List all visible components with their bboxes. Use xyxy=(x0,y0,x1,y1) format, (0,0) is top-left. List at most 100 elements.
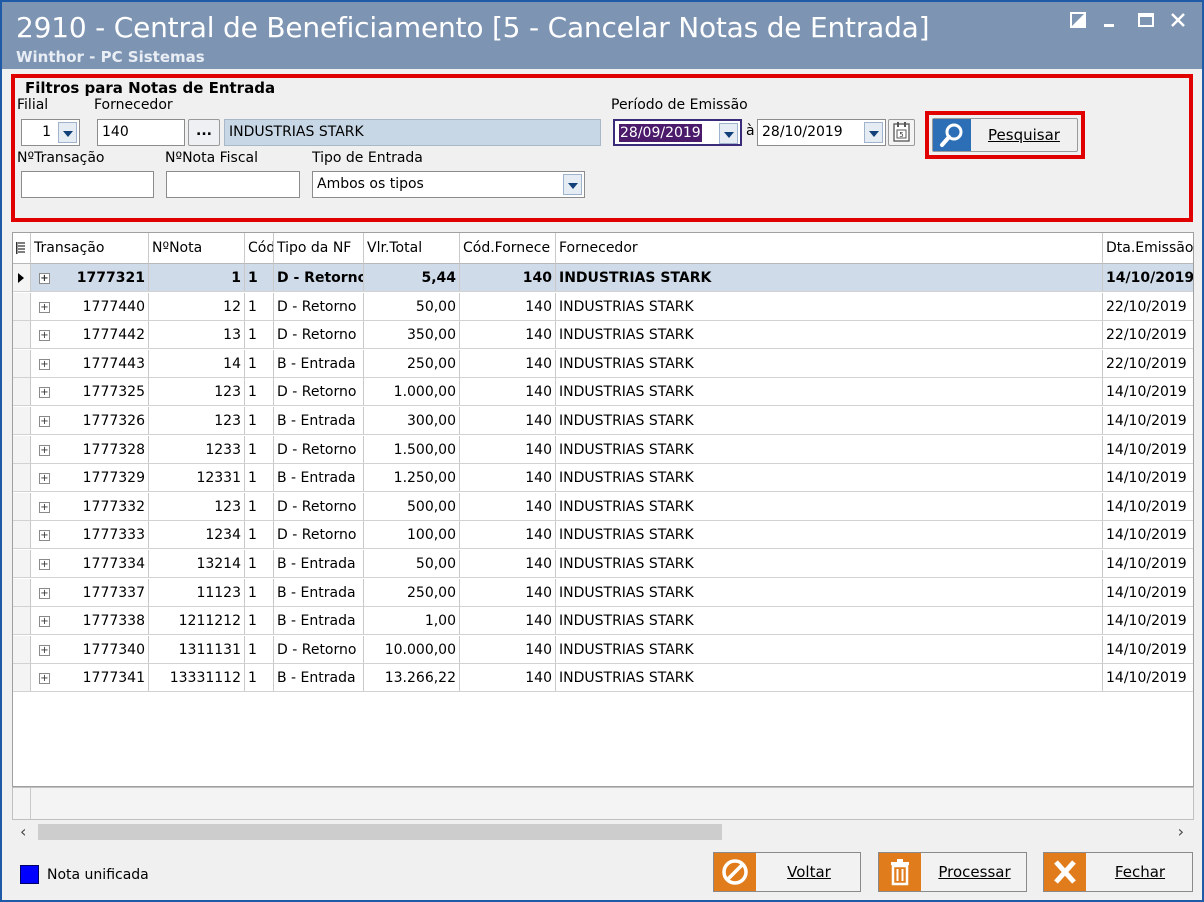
maximize-icon[interactable] xyxy=(1133,10,1159,36)
expand-icon[interactable]: + xyxy=(39,387,50,399)
table-row[interactable]: +1777329 12331 1 B - Entrada 1.250,00 140 INDU… xyxy=(13,464,1193,493)
cell-text: 12331 xyxy=(196,470,241,487)
column-header-cod[interactable]: Cód xyxy=(245,233,274,264)
cell-emissao: 14/10/2019 xyxy=(1103,664,1193,693)
table-row[interactable]: +1777341 13331112 1 B - Entrada 13.266,22 140… xyxy=(13,664,1193,693)
chevron-down-icon[interactable] xyxy=(719,123,738,144)
cell-cod: 1 xyxy=(245,435,274,464)
cell-text: 1 xyxy=(248,641,257,658)
date-from-field[interactable]: 28/09/2019 xyxy=(613,119,742,146)
row-indicator[interactable] xyxy=(13,550,31,578)
expand-icon[interactable]: + xyxy=(39,501,50,513)
column-header-nota[interactable]: NºNota xyxy=(149,233,245,264)
expand-icon[interactable]: + xyxy=(39,358,50,370)
filial-select[interactable]: 1 xyxy=(21,119,80,146)
fornecedor-code-field[interactable]: 140 xyxy=(97,119,185,146)
row-indicator[interactable] xyxy=(13,378,31,407)
row-indicator[interactable] xyxy=(13,435,31,464)
horizontal-scrollbar[interactable]: ‹ › xyxy=(12,820,1194,844)
expand-icon[interactable]: + xyxy=(39,473,50,485)
calendar-icon[interactable]: 5 xyxy=(888,119,915,146)
row-indicator[interactable] xyxy=(13,292,31,321)
column-header-valor[interactable]: Vlr.Total xyxy=(364,233,460,264)
expand-icon[interactable]: + xyxy=(39,616,50,628)
expand-icon[interactable]: + xyxy=(39,530,50,542)
nota-field[interactable] xyxy=(166,171,300,198)
row-indicator[interactable] xyxy=(13,492,31,521)
scroll-thumb[interactable] xyxy=(38,824,722,840)
expand-icon[interactable]: + xyxy=(39,559,50,570)
table-row[interactable]: +1777440 12 1 D - Retorno 50,00 140 INDUSTRIAS… xyxy=(13,292,1193,322)
table-row[interactable]: +1777332 123 1 D - Retorno 500,00 140 INDUSTRI… xyxy=(13,492,1193,522)
cell-text: 14/10/2019 xyxy=(1106,641,1187,658)
close-icon[interactable] xyxy=(1165,10,1191,36)
cell-valor: 1.250,00 xyxy=(364,464,460,493)
column-chooser-icon[interactable] xyxy=(13,233,31,264)
expand-icon[interactable]: + xyxy=(39,644,50,656)
column-header-tipo[interactable]: Tipo da NF xyxy=(274,233,364,264)
row-indicator[interactable] xyxy=(13,264,31,292)
voltar-button[interactable]: Voltar xyxy=(713,852,861,892)
table-row[interactable]: +1777328 1233 1 D - Retorno 1.500,00 140 INDUS… xyxy=(13,435,1193,465)
table-row[interactable]: +1777442 13 1 D - Retorno 350,00 140 INDUSTRIA… xyxy=(13,321,1193,350)
table-row[interactable]: +1777443 14 1 B - Entrada 250,00 140 INDUSTRIA… xyxy=(13,349,1193,379)
cell-text: 1777321 xyxy=(76,270,145,286)
restore-icon[interactable] xyxy=(1065,10,1091,36)
cell-text: 13 xyxy=(223,327,241,344)
cell-tipo: D - Retorno xyxy=(274,292,364,321)
table-row[interactable]: +1777338 1211212 1 B - Entrada 1,00 140 INDUST… xyxy=(13,607,1193,636)
close-x-icon xyxy=(1044,853,1086,891)
table-row[interactable]: +1777326 123 1 B - Entrada 300,00 140 INDUSTRI… xyxy=(13,407,1193,436)
notes-grid[interactable]: Transação NºNota Cód Tipo da NF Vlr.Total Cód… xyxy=(12,232,1194,787)
processar-button[interactable]: Processar xyxy=(878,852,1027,892)
cell-emissao: 22/10/2019 xyxy=(1103,293,1193,321)
table-row[interactable]: +1777334 13214 1 B - Entrada 50,00 140 INDUSTR… xyxy=(13,550,1193,579)
transacao-field[interactable] xyxy=(21,171,154,198)
row-indicator[interactable] xyxy=(13,635,31,664)
cell-transacao: +1777337 xyxy=(31,578,149,607)
column-header-fornecedor[interactable]: Fornecedor xyxy=(556,233,1103,264)
tipo-select[interactable]: Ambos os tipos xyxy=(312,171,585,198)
row-indicator[interactable] xyxy=(13,407,31,435)
search-button[interactable]: Pesquisar xyxy=(932,118,1078,152)
expand-icon[interactable]: + xyxy=(39,673,50,685)
column-header-emissao[interactable]: Dta.Emissão xyxy=(1103,233,1193,264)
scroll-right-icon[interactable]: › xyxy=(1178,822,1184,841)
cell-tipo: B - Entrada xyxy=(274,607,364,636)
cell-text: 1 xyxy=(248,670,257,687)
row-indicator[interactable] xyxy=(13,578,31,607)
expand-icon[interactable]: + xyxy=(39,273,50,284)
chevron-down-icon[interactable] xyxy=(58,122,77,143)
date-to-field[interactable]: 28/10/2019 xyxy=(757,119,886,146)
scroll-left-icon[interactable]: ‹ xyxy=(20,822,26,841)
fechar-button[interactable]: Fechar xyxy=(1043,852,1193,892)
table-row[interactable]: +1777337 11123 1 B - Entrada 250,00 140 INDUST… xyxy=(13,578,1193,608)
chevron-down-icon[interactable] xyxy=(563,174,582,195)
expand-icon[interactable]: + xyxy=(39,301,50,313)
row-indicator[interactable] xyxy=(13,349,31,378)
expand-icon[interactable]: + xyxy=(39,416,50,427)
column-header-cod-forn[interactable]: Cód.Fornece xyxy=(460,233,556,264)
row-indicator[interactable] xyxy=(13,521,31,550)
cell-text: 1 xyxy=(231,270,241,286)
cell-fornecedor: INDUSTRIAS STARK xyxy=(556,321,1103,350)
chevron-down-icon[interactable] xyxy=(864,122,883,143)
row-indicator[interactable] xyxy=(13,464,31,493)
row-indicator[interactable] xyxy=(13,607,31,636)
table-row[interactable]: +1777340 1311131 1 D - Retorno 10.000,00 140 I… xyxy=(13,635,1193,665)
table-row[interactable]: +1777325 123 1 D - Retorno 1.000,00 140 INDUST… xyxy=(13,378,1193,407)
fornecedor-browse-button[interactable]: ... xyxy=(188,119,220,146)
expand-icon[interactable]: + xyxy=(39,444,50,456)
expand-icon[interactable]: + xyxy=(39,330,50,342)
row-indicator[interactable] xyxy=(13,664,31,693)
table-row[interactable]: +1777321 1 1 D - Retorno 5,44 140 INDUSTRIAS S… xyxy=(13,264,1193,293)
cell-nota: 1311131 xyxy=(149,635,245,664)
column-header-transacao[interactable]: Transação xyxy=(31,233,149,264)
expand-icon[interactable]: + xyxy=(39,587,50,599)
row-indicator[interactable] xyxy=(13,321,31,350)
cell-nota: 13331112 xyxy=(149,664,245,693)
minimize-icon[interactable] xyxy=(1097,10,1123,36)
cell-tipo: D - Retorno xyxy=(274,492,364,521)
table-row[interactable]: +1777333 1234 1 D - Retorno 100,00 140 INDUSTR… xyxy=(13,521,1193,550)
cell-tipo: D - Retorno xyxy=(274,264,364,292)
